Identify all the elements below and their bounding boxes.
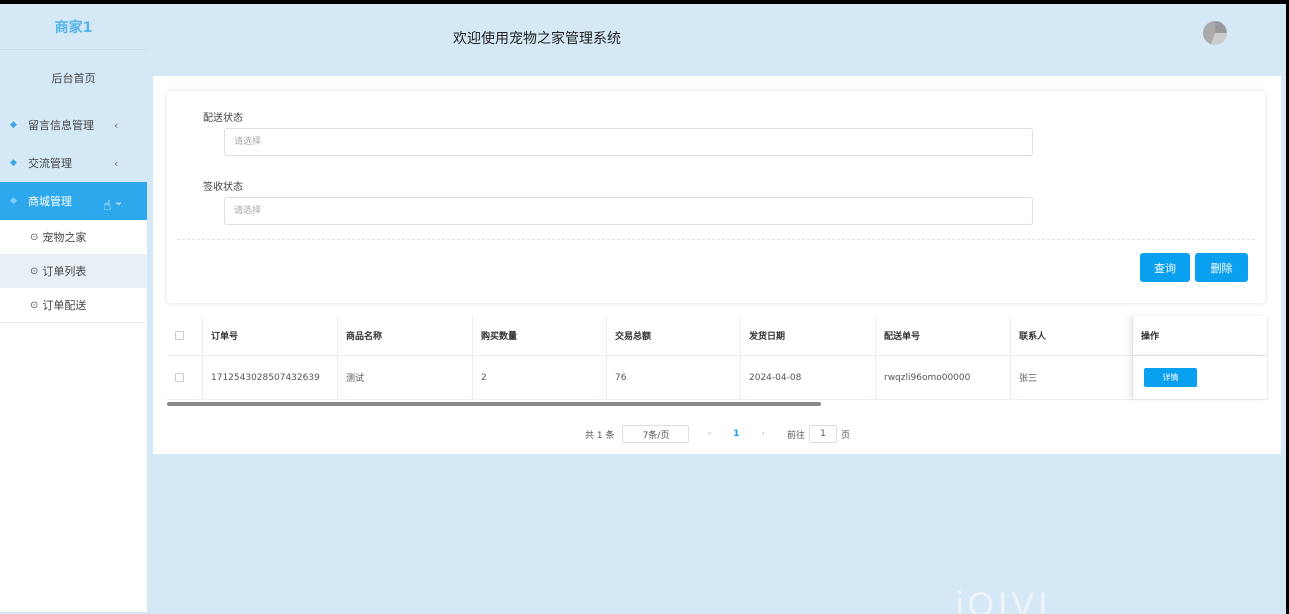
clock-icon: ⊙: [30, 265, 39, 277]
detail-button[interactable]: 详情: [1144, 368, 1197, 387]
orders-table: 订单号 商品名称 购买数量 交易总额 发货日期 配送单号 联系人 操作 1712…: [167, 316, 1268, 408]
app-window: 商家1 后台首页 ◆ 留言信息管理 ‹ ◆ 交流管理 ‹ ◆ 商城管理 ⌄ ⊙ …: [0, 4, 1286, 614]
row-select-cell[interactable]: [167, 356, 203, 399]
goto-label: 前往: [786, 430, 805, 441]
next-page-button[interactable]: ›: [761, 429, 765, 439]
clock-icon: ⊙: [30, 299, 39, 311]
tracking-cell: rwqzli96omo00000: [876, 356, 1011, 399]
diamond-icon: ◆: [10, 158, 17, 168]
column-header: 交易总额: [607, 316, 741, 355]
prev-page-button[interactable]: ‹: [707, 429, 711, 439]
page-title: 欢迎使用宠物之家管理系统: [453, 31, 621, 47]
query-button[interactable]: 查询: [1140, 253, 1190, 282]
select-all-checkbox[interactable]: [175, 331, 184, 340]
hand-cursor-icon: ☝: [103, 198, 112, 214]
sidebar-item-messages[interactable]: ◆ 留言信息管理 ‹: [0, 106, 147, 144]
sidebar-blank-area: [0, 322, 147, 612]
order-no-cell: 1712543028507432639: [203, 356, 338, 399]
page-size-select[interactable]: 7条/页: [622, 425, 690, 443]
page-number-current[interactable]: 1: [733, 429, 739, 439]
row-checkbox[interactable]: [175, 373, 184, 382]
sidebar-item-mall[interactable]: ◆ 商城管理 ⌄: [0, 182, 147, 220]
goto-page-input[interactable]: 1: [808, 425, 837, 443]
chevron-left-icon: ‹: [114, 118, 119, 132]
submenu-item-order-delivery[interactable]: ⊙ 订单配送: [0, 288, 147, 322]
column-header: 联系人: [1011, 316, 1133, 355]
actions-cell: 详情: [1133, 356, 1268, 399]
pagination: 共 1 条 7条/页 ‹ 1 › 前往 1 页: [585, 425, 850, 443]
select-all-cell[interactable]: [167, 316, 203, 355]
ship-date-cell: 2024-04-08: [741, 356, 876, 399]
submenu-item-label: 宠物之家: [42, 231, 87, 244]
column-header: 发货日期: [741, 316, 876, 355]
table-header: 订单号 商品名称 购买数量 交易总额 发货日期 配送单号 联系人 操作: [167, 316, 1268, 356]
loading-spinner-icon: [1203, 21, 1227, 45]
diamond-icon: ◆: [10, 196, 17, 206]
column-header: 操作: [1133, 316, 1268, 355]
submenu-item-pet-home[interactable]: ⊙ 宠物之家: [0, 220, 147, 254]
brand-title: 商家1: [0, 4, 147, 50]
sidebar-item-label: 商城管理: [28, 195, 72, 208]
sign-status-label: 签收状态: [203, 182, 243, 193]
sidebar-item-exchange[interactable]: ◆ 交流管理 ‹: [0, 144, 147, 182]
chevron-down-icon: ⌄: [114, 194, 124, 208]
submenu-item-label: 订单列表: [42, 265, 87, 278]
diamond-icon: ◆: [10, 120, 17, 130]
delete-button[interactable]: 删除: [1195, 253, 1248, 282]
page-suffix: 页: [840, 430, 850, 441]
column-header: 配送单号: [876, 316, 1011, 355]
sidebar: 商家1 后台首页 ◆ 留言信息管理 ‹ ◆ 交流管理 ‹ ◆ 商城管理 ⌄ ⊙ …: [0, 4, 147, 612]
product-cell: 测试: [338, 356, 473, 399]
sidebar-item-label: 留言信息管理: [28, 119, 94, 132]
clock-icon: ⊙: [30, 231, 39, 243]
submenu-item-label: 订单配送: [42, 299, 87, 312]
table-row: 1712543028507432639 测试 2 76 2024-04-08 r…: [167, 356, 1268, 400]
main-content: 配送状态 请选择 签收状态 请选择 查询 删除 订单号 商品名称 购买数量 交易…: [153, 76, 1281, 454]
divider: [177, 239, 1255, 240]
chevron-left-icon: ‹: [114, 156, 119, 170]
total-count: 共 1 条: [585, 430, 615, 441]
mall-submenu: ⊙ 宠物之家 ⊙ 订单列表 ⊙ 订单配送: [0, 220, 147, 322]
contact-cell: 张三: [1011, 356, 1133, 399]
delivery-status-label: 配送状态: [203, 113, 243, 124]
sidebar-item-home[interactable]: 后台首页: [0, 50, 147, 106]
qty-cell: 2: [473, 356, 607, 399]
sign-status-select[interactable]: 请选择: [224, 197, 1033, 225]
watermark: iOIVI: [956, 586, 1052, 614]
delivery-status-select[interactable]: 请选择: [224, 128, 1033, 156]
sidebar-item-label: 交流管理: [28, 157, 72, 170]
column-header: 订单号: [203, 316, 338, 355]
horizontal-scrollbar[interactable]: [167, 402, 821, 406]
column-header: 商品名称: [338, 316, 473, 355]
total-cell: 76: [607, 356, 741, 399]
submenu-item-order-list[interactable]: ⊙ 订单列表: [0, 254, 147, 288]
column-header: 购买数量: [473, 316, 607, 355]
filter-panel: 配送状态 请选择 签收状态 请选择 查询 删除: [167, 91, 1265, 303]
